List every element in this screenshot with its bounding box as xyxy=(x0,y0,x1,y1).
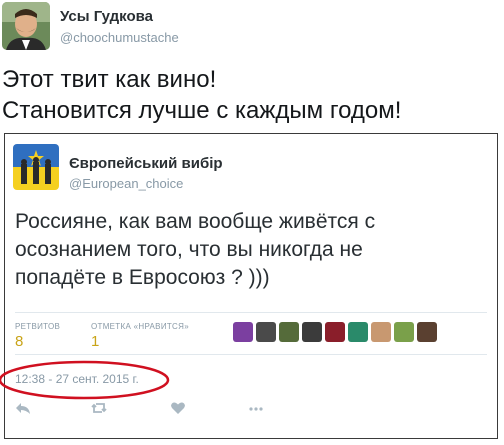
divider xyxy=(15,354,487,355)
like-icon[interactable] xyxy=(170,400,186,416)
inner-text-line: попадёте в Евросоюз ? ))) xyxy=(15,266,270,289)
retweet-icon[interactable] xyxy=(91,400,107,416)
outer-avatar[interactable] xyxy=(2,2,50,50)
outer-author-handle[interactable]: @choochumustache xyxy=(60,30,179,45)
inner-text-line: Россияне, как вам вообще живётся с xyxy=(15,210,376,233)
outer-author-name[interactable]: Усы Гудкова xyxy=(60,8,153,25)
liker-avatar[interactable] xyxy=(325,322,345,342)
retweets-label: РЕТВИТОВ xyxy=(15,322,61,331)
inner-author-handle[interactable]: @European_choice xyxy=(69,176,183,191)
reply-icon[interactable] xyxy=(15,400,31,416)
liker-avatar[interactable] xyxy=(279,322,299,342)
inner-text-line: осознанием того, что вы никогда не xyxy=(15,238,363,261)
outer-text-line: Этот твит как вино! xyxy=(2,66,217,93)
likes-count[interactable]: 1 xyxy=(91,333,99,350)
outer-text-line: Становится лучше с каждым годом! xyxy=(2,97,402,124)
retweets-count[interactable]: 8 xyxy=(15,333,23,350)
liker-avatar[interactable] xyxy=(233,322,253,342)
liker-avatars xyxy=(233,322,437,342)
more-icon[interactable] xyxy=(248,400,264,416)
liker-avatar[interactable] xyxy=(417,322,437,342)
liker-avatar[interactable] xyxy=(371,322,391,342)
red-circle-annotation xyxy=(0,360,170,400)
inner-avatar[interactable] xyxy=(13,144,59,190)
liker-avatar[interactable] xyxy=(394,322,414,342)
outer-tweet-text: Этот твит как вино! Становится лучше с к… xyxy=(2,64,502,126)
likes-label: ОТМЕТКА «НРАВИТСЯ» xyxy=(91,322,189,331)
embedded-tweet: Європейський вибір @European_choice Росс… xyxy=(0,133,498,439)
liker-avatar[interactable] xyxy=(302,322,322,342)
liker-avatar[interactable] xyxy=(348,322,368,342)
inner-tweet-text: Россияне, как вам вообще живётся с осозн… xyxy=(15,208,485,292)
liker-avatar[interactable] xyxy=(256,322,276,342)
inner-author-name[interactable]: Європейський вибір xyxy=(69,155,223,172)
divider xyxy=(15,312,487,313)
